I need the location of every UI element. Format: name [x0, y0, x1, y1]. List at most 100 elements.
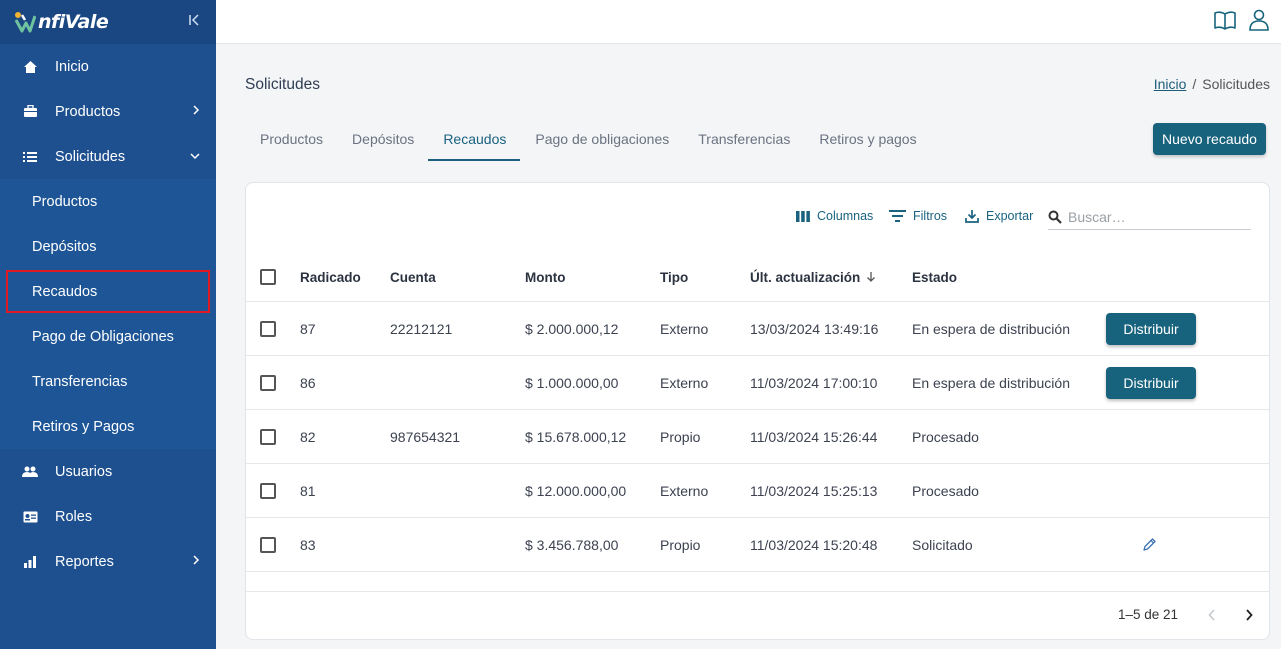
- sidebar-item-productos[interactable]: Productos: [0, 89, 216, 134]
- sidebar-item-label: Reportes: [55, 553, 114, 570]
- solicitudes-submenu: Productos Depósitos Recaudos Pago de Obl…: [0, 179, 216, 449]
- download-icon: [965, 210, 979, 223]
- cell-cuenta: 987654321: [390, 428, 461, 445]
- chevron-right-icon: [192, 554, 200, 568]
- users-icon: [22, 464, 38, 480]
- topbar-actions: [1213, 8, 1271, 32]
- app-logo[interactable]: nfiVale: [14, 11, 109, 33]
- search-input[interactable]: [1068, 209, 1243, 225]
- export-button[interactable]: Exportar: [965, 209, 1033, 223]
- cell-radicado: 83: [300, 536, 316, 553]
- columns-button[interactable]: Columnas: [796, 209, 873, 223]
- breadcrumb-current: Solicitudes: [1202, 76, 1270, 92]
- row-checkbox[interactable]: [260, 374, 276, 391]
- column-header-label: Últ. actualización: [750, 269, 861, 285]
- submenu-item-depositos[interactable]: Depósitos: [0, 224, 216, 269]
- submenu-item-transferencias[interactable]: Transferencias: [0, 359, 216, 404]
- next-page-icon[interactable]: [1238, 604, 1260, 626]
- row-checkbox-cell: [260, 302, 276, 355]
- filters-label: Filtros: [913, 209, 948, 223]
- sidebar-item-inicio[interactable]: Inicio: [0, 44, 216, 89]
- collapse-sidebar-icon[interactable]: [188, 13, 202, 29]
- sidebar-item-solicitudes[interactable]: Solicitudes: [0, 134, 216, 179]
- submenu-item-pago-obligaciones[interactable]: Pago de Obligaciones: [0, 314, 216, 359]
- cell-tipo: Externo: [660, 320, 709, 337]
- cell-monto: $ 12.000.000,00: [525, 482, 627, 499]
- column-header-ultima-actualizacion[interactable]: Últ. actualización: [750, 253, 876, 301]
- column-header-radicado[interactable]: Radicado: [300, 253, 361, 301]
- cell-action: [1142, 518, 1157, 571]
- sidebar-item-usuarios[interactable]: Usuarios: [0, 449, 216, 494]
- cell-estado: En espera de distribución: [912, 374, 1070, 391]
- page-title: Solicitudes: [245, 76, 320, 93]
- tab-pago-obligaciones[interactable]: Pago de obligaciones: [520, 123, 683, 161]
- book-icon[interactable]: [1213, 8, 1237, 32]
- table-row[interactable]: 83 $ 3.456.788,00 Propio 11/03/2024 15:2…: [246, 518, 1269, 572]
- table-row[interactable]: 86 $ 1.000.000,00 Externo 11/03/2024 17:…: [246, 356, 1269, 410]
- cell-action: Distribuir: [1106, 302, 1196, 355]
- tab-retiros-pagos[interactable]: Retiros y pagos: [804, 123, 930, 161]
- columns-label: Columnas: [817, 209, 874, 223]
- sidebar-item-label: Roles: [55, 508, 93, 525]
- cell-monto: $ 15.678.000,12: [525, 428, 627, 445]
- distribute-button[interactable]: Distribuir: [1106, 366, 1196, 399]
- new-recaudo-button[interactable]: Nuevo recaudo: [1153, 123, 1266, 155]
- sidebar-item-label: Productos: [55, 103, 121, 120]
- row-checkbox[interactable]: [260, 320, 276, 337]
- tabs: Productos Depósitos Recaudos Pago de obl…: [245, 123, 931, 161]
- submenu-item-recaudos[interactable]: Recaudos: [5, 269, 211, 314]
- submenu-item-retiros-pagos[interactable]: Retiros y Pagos: [0, 404, 216, 449]
- cell-estado: En espera de distribución: [912, 320, 1070, 337]
- breadcrumb-home-link[interactable]: Inicio: [1154, 76, 1187, 92]
- tab-recaudos[interactable]: Recaudos: [428, 123, 521, 161]
- edit-pencil-icon[interactable]: [1142, 537, 1157, 552]
- cell-fecha: 13/03/2024 13:49:16: [750, 320, 879, 337]
- column-header-tipo[interactable]: Tipo: [660, 253, 688, 301]
- cell-radicado: 82: [300, 428, 316, 445]
- sidebar-item-label: Solicitudes: [55, 148, 126, 165]
- user-profile-icon[interactable]: [1247, 8, 1271, 32]
- grid-toolbar: Columnas Filtros Exportar: [246, 205, 1269, 233]
- cell-fecha: 11/03/2024 15:20:48: [750, 536, 878, 553]
- cell-tipo: Propio: [660, 428, 701, 445]
- cell-radicado: 86: [300, 374, 316, 391]
- sidebar-item-reportes[interactable]: Reportes: [0, 539, 216, 584]
- filters-button[interactable]: Filtros: [889, 209, 947, 223]
- select-all-checkbox[interactable]: [260, 269, 276, 285]
- tab-productos[interactable]: Productos: [245, 123, 337, 161]
- cell-tipo: Externo: [660, 374, 709, 391]
- briefcase-icon: [22, 104, 38, 120]
- distribute-button[interactable]: Distribuir: [1106, 312, 1196, 345]
- topbar: [216, 0, 1281, 44]
- cell-fecha: 11/03/2024 15:25:13: [750, 482, 878, 499]
- column-header-estado[interactable]: Estado: [912, 253, 957, 301]
- row-checkbox-cell: [260, 464, 276, 517]
- sidebar-item-roles[interactable]: Roles: [0, 494, 216, 539]
- submenu-item-productos[interactable]: Productos: [0, 179, 216, 224]
- main-content: Solicitudes Inicio / Solicitudes Product…: [216, 45, 1281, 649]
- table-row[interactable]: 81 $ 12.000.000,00 Externo 11/03/2024 15…: [246, 464, 1269, 518]
- cell-radicado: 87: [300, 320, 316, 337]
- home-icon: [22, 59, 38, 75]
- row-checkbox[interactable]: [260, 536, 276, 553]
- search-field[interactable]: [1048, 205, 1251, 230]
- cell-cuenta: 22212121: [390, 320, 453, 337]
- table-row[interactable]: 82 987654321 $ 15.678.000,12 Propio 11/0…: [246, 410, 1269, 464]
- cell-radicado: 81: [300, 482, 316, 499]
- id-card-icon: [22, 509, 38, 525]
- column-header-monto[interactable]: Monto: [525, 253, 565, 301]
- row-checkbox-cell: [260, 356, 276, 409]
- column-header-cuenta[interactable]: Cuenta: [390, 253, 436, 301]
- row-checkbox[interactable]: [260, 428, 276, 445]
- table-row[interactable]: 87 22212121 $ 2.000.000,12 Externo 13/03…: [246, 302, 1269, 356]
- row-checkbox[interactable]: [260, 482, 276, 499]
- breadcrumb: Inicio / Solicitudes: [1154, 76, 1270, 92]
- list-icon: [22, 149, 38, 165]
- tab-transferencias[interactable]: Transferencias: [683, 123, 804, 161]
- sidebar: nfiVale Inicio Productos Solicitudes Pro…: [0, 0, 216, 649]
- prev-page-icon[interactable]: [1201, 604, 1223, 626]
- sort-arrow-down-icon[interactable]: [866, 271, 876, 283]
- tab-depositos[interactable]: Depósitos: [337, 123, 428, 161]
- cell-monto: $ 3.456.788,00: [525, 536, 619, 553]
- columns-icon: [796, 210, 810, 222]
